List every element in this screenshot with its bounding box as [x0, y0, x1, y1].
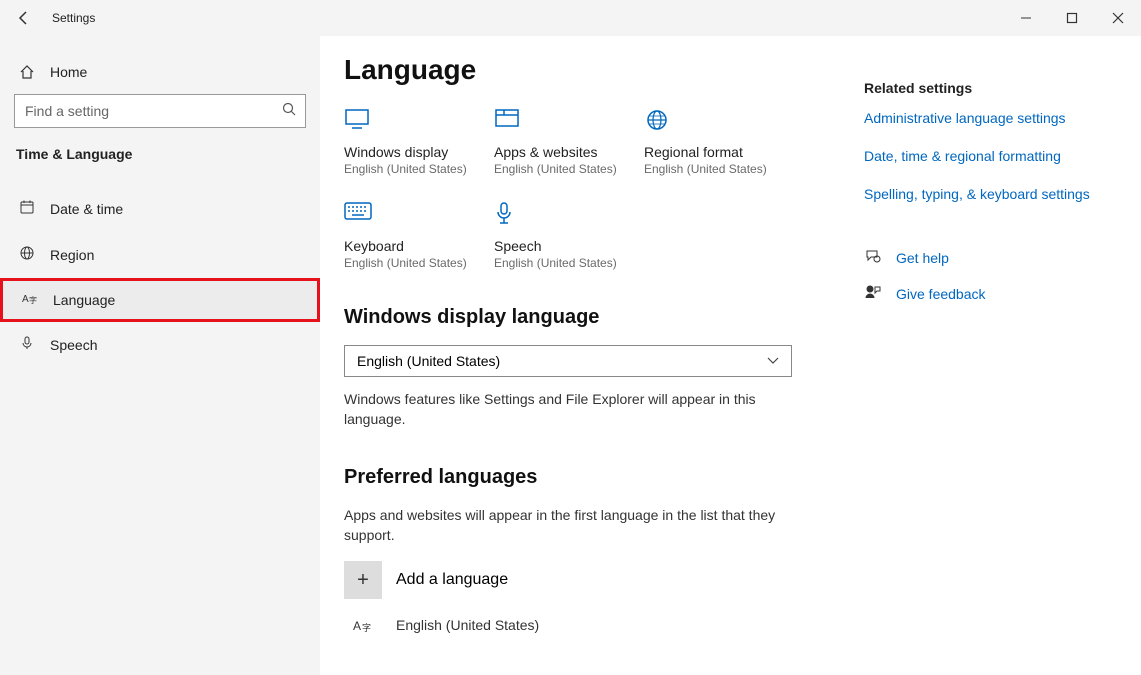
get-help-label: Get help	[896, 250, 949, 266]
language-entry[interactable]: A字 English (United States)	[344, 617, 864, 633]
search-input[interactable]	[14, 94, 306, 128]
keyboard-icon	[344, 202, 494, 232]
give-feedback-link[interactable]: Give feedback	[864, 284, 1121, 304]
nav-label: Speech	[50, 337, 97, 353]
home-icon	[18, 64, 36, 80]
search-container	[14, 94, 306, 128]
link-admin-lang[interactable]: Administrative language settings	[864, 110, 1121, 126]
nav-label: Language	[53, 292, 115, 308]
microphone-icon	[18, 335, 36, 355]
tile-sub: English (United States)	[494, 162, 644, 176]
tile-sub: English (United States)	[344, 256, 494, 270]
language-icon: A字	[344, 617, 382, 633]
svg-text:A: A	[22, 294, 29, 305]
sidebar-item-speech[interactable]: Speech	[0, 322, 320, 368]
page-title: Language	[344, 54, 864, 86]
tile-apps-websites[interactable]: Apps & websites English (United States)	[494, 108, 644, 176]
maximize-button[interactable]	[1049, 0, 1095, 36]
sidebar: Home Time & Language Date & time Region …	[0, 36, 320, 675]
minimize-button[interactable]	[1003, 0, 1049, 36]
monitor-icon	[344, 108, 494, 138]
feedback-icon	[864, 284, 882, 304]
tile-regional-format[interactable]: Regional format English (United States)	[644, 108, 794, 176]
home-label: Home	[50, 64, 87, 80]
window-title: Settings	[48, 11, 95, 25]
add-language-label: Add a language	[396, 571, 508, 589]
plus-icon: +	[344, 561, 382, 599]
search-icon	[282, 102, 296, 119]
nav-label: Date & time	[50, 201, 123, 217]
category-heading: Time & Language	[0, 146, 320, 176]
clock-icon	[18, 199, 36, 219]
svg-text:字: 字	[362, 622, 371, 633]
svg-text:字: 字	[29, 295, 37, 305]
main-content: Language Windows display English (United…	[344, 54, 864, 675]
related-heading: Related settings	[864, 80, 1121, 96]
chat-icon	[864, 248, 882, 268]
get-help-link[interactable]: Get help	[864, 248, 1121, 268]
back-button[interactable]	[0, 0, 48, 36]
tile-title: Windows display	[344, 144, 494, 160]
add-language-button[interactable]: + Add a language	[344, 561, 864, 599]
microphone-icon	[494, 202, 644, 232]
tile-speech[interactable]: Speech English (United States)	[494, 202, 644, 270]
close-button[interactable]	[1095, 0, 1141, 36]
tile-sub: English (United States)	[344, 162, 494, 176]
title-bar: Settings	[0, 0, 1141, 36]
section-display-lang: Windows display language	[344, 306, 864, 329]
nav-label: Region	[50, 247, 94, 263]
related-panel: Related settings Administrative language…	[864, 54, 1141, 675]
section-preferred: Preferred languages	[344, 466, 864, 489]
svg-text:A: A	[353, 619, 361, 633]
sidebar-item-date-time[interactable]: Date & time	[0, 186, 320, 232]
display-lang-desc: Windows features like Settings and File …	[344, 389, 784, 430]
preferred-desc: Apps and websites will appear in the fir…	[344, 505, 784, 546]
window-icon	[494, 108, 644, 138]
sidebar-item-language[interactable]: A字 Language	[0, 278, 320, 322]
globe-icon	[644, 108, 794, 138]
give-feedback-label: Give feedback	[896, 286, 986, 302]
language-entry-label: English (United States)	[396, 617, 539, 633]
language-tiles: Windows display English (United States) …	[344, 108, 864, 270]
window-controls	[1003, 0, 1141, 36]
tile-title: Regional format	[644, 144, 794, 160]
chevron-down-icon	[767, 354, 779, 368]
tile-keyboard[interactable]: Keyboard English (United States)	[344, 202, 494, 270]
tile-sub: English (United States)	[644, 162, 794, 176]
link-spelling-typing[interactable]: Spelling, typing, & keyboard settings	[864, 186, 1121, 202]
sidebar-item-region[interactable]: Region	[0, 232, 320, 278]
tile-sub: English (United States)	[494, 256, 644, 270]
display-language-select[interactable]: English (United States)	[344, 345, 792, 377]
tile-windows-display[interactable]: Windows display English (United States)	[344, 108, 494, 176]
link-date-time-format[interactable]: Date, time & regional formatting	[864, 148, 1121, 164]
globe-icon	[18, 245, 36, 265]
language-icon: A字	[21, 290, 39, 310]
home-nav[interactable]: Home	[0, 56, 320, 94]
tile-title: Keyboard	[344, 238, 494, 254]
tile-title: Apps & websites	[494, 144, 644, 160]
tile-title: Speech	[494, 238, 644, 254]
select-value: English (United States)	[357, 353, 500, 369]
